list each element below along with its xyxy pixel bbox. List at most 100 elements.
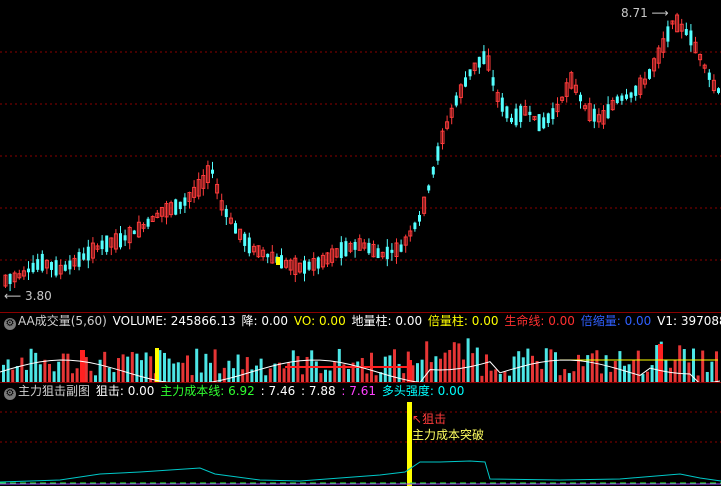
candlestick-chart[interactable]: [0, 0, 721, 312]
candle-body-down: [477, 56, 481, 68]
indicator-title[interactable]: 主力狙击副图: [18, 384, 90, 398]
volume-bar: [2, 364, 5, 382]
volume-bar: [241, 369, 245, 382]
candle-body-down: [86, 246, 90, 261]
candle-body-down: [63, 264, 67, 271]
indicator-field: 生命线: 0.00: [500, 314, 575, 328]
volume-panel[interactable]: ⚙ AA成交量(5,60) VOLUME: 245866.13 降: 0.00 V…: [0, 312, 721, 382]
volume-bar: [600, 373, 603, 382]
candle-body-down: [146, 218, 150, 227]
volume-bar: [268, 368, 272, 382]
indicator-field: 倍缩量: 0.00: [576, 314, 652, 328]
candle-body-down: [178, 201, 182, 210]
volume-bar: [650, 365, 654, 382]
indicator-field: V1: 397088.16: [657, 314, 721, 328]
volume-bar: [356, 361, 360, 382]
volume-bar: [149, 356, 153, 382]
volume-bar: [61, 353, 65, 382]
volume-bar: [89, 370, 93, 382]
volume-bar: [540, 368, 544, 382]
volume-bar: [236, 354, 240, 382]
indicator-field: VO: 0.00: [290, 314, 346, 328]
candle-body-down: [537, 114, 541, 132]
price-chart-panel[interactable]: 8.71 ⟶ ⟵ 3.80: [0, 0, 721, 312]
candle-body-down: [514, 108, 518, 126]
double-volume-bar: [155, 348, 159, 382]
candle-body-down: [40, 253, 44, 271]
volume-bar: [140, 360, 143, 382]
volume-bar: [521, 357, 525, 382]
candle-body-down: [592, 108, 596, 122]
indicator-field: : 7.61: [337, 384, 376, 398]
volume-bar: [11, 369, 15, 382]
candle-body-down: [707, 72, 711, 80]
candle-body-down: [390, 249, 394, 253]
volume-bar-highlight: [408, 360, 412, 382]
indicator-field: 多头强度: 0.00: [378, 384, 465, 398]
volume-bar: [43, 359, 47, 382]
volume-bar: [655, 345, 659, 382]
volume-bar: [38, 364, 42, 382]
indicator-panel[interactable]: ⚙ 主力狙击副图 狙击: 0.00 主力成本线: 6.92 : 7.46 : 7.…: [0, 382, 721, 486]
settings-gear-icon[interactable]: ⚙: [4, 388, 16, 400]
volume-bar: [15, 366, 19, 382]
volume-bar: [429, 362, 433, 382]
candle-body-down: [491, 77, 495, 86]
volume-bar: [204, 353, 208, 382]
volume-bar: [190, 375, 194, 382]
volume-bar: [337, 348, 341, 382]
candle-body-down: [224, 208, 228, 218]
volume-bar: [577, 354, 580, 382]
volume-bar: [669, 367, 672, 382]
volume-bar: [448, 349, 452, 382]
volume-bar: [710, 361, 714, 382]
indicator-info-bar: ⚙ 主力狙击副图 狙击: 0.00 主力成本线: 6.92 : 7.46 : 7.…: [0, 382, 468, 400]
volume-bar: [255, 365, 258, 382]
volume-bar: [466, 338, 470, 382]
volume-bar: [360, 357, 364, 382]
volume-bar: [181, 362, 185, 382]
volume-bar: [563, 369, 567, 382]
volume-bar: [595, 350, 599, 382]
candle-body-down: [413, 222, 417, 230]
candle-body-down: [339, 242, 343, 259]
volume-bar: [471, 353, 475, 382]
volume-bar: [494, 369, 498, 382]
candle-body-down: [418, 215, 421, 222]
candle-body-down: [280, 255, 283, 269]
candle-body-down: [303, 260, 306, 274]
arrow-up-icon: ↖: [412, 412, 423, 426]
volume-bar-highlight: [658, 344, 663, 382]
candle-body-down: [50, 262, 53, 270]
volume-bar: [498, 374, 502, 382]
indicator-field: 地量柱: 0.00: [347, 314, 423, 328]
candle-body-down: [307, 261, 311, 270]
volume-bar: [20, 357, 24, 382]
volume-bar: [452, 342, 456, 382]
candle-body-down: [579, 94, 582, 102]
volume-bar: [627, 364, 631, 382]
volume-bar: [98, 359, 102, 382]
volume-bar: [287, 362, 291, 382]
volume-bar: [57, 361, 61, 382]
candle-body-down: [625, 94, 628, 99]
candle-body-down: [436, 146, 440, 161]
candle-body-down: [666, 26, 670, 42]
candle-body-down: [376, 248, 380, 259]
candle-body-down: [399, 244, 403, 252]
candle-body-down: [629, 92, 633, 98]
volume-bar: [705, 371, 709, 382]
volume-bar: [549, 349, 553, 382]
volume-bar: [333, 361, 337, 382]
volume-bar: [632, 359, 636, 382]
volume-bar: [558, 375, 562, 382]
highlight-candle: [276, 257, 280, 265]
candle-body-down: [431, 166, 435, 175]
volume-bar: [167, 358, 171, 382]
volume-bar: [34, 352, 38, 382]
volume-bar: [489, 370, 493, 382]
candle-body-down: [551, 108, 555, 120]
settings-gear-icon[interactable]: ⚙: [4, 318, 16, 330]
volume-bar: [176, 362, 180, 382]
volume-indicator-title[interactable]: AA成交量(5,60): [18, 314, 107, 328]
